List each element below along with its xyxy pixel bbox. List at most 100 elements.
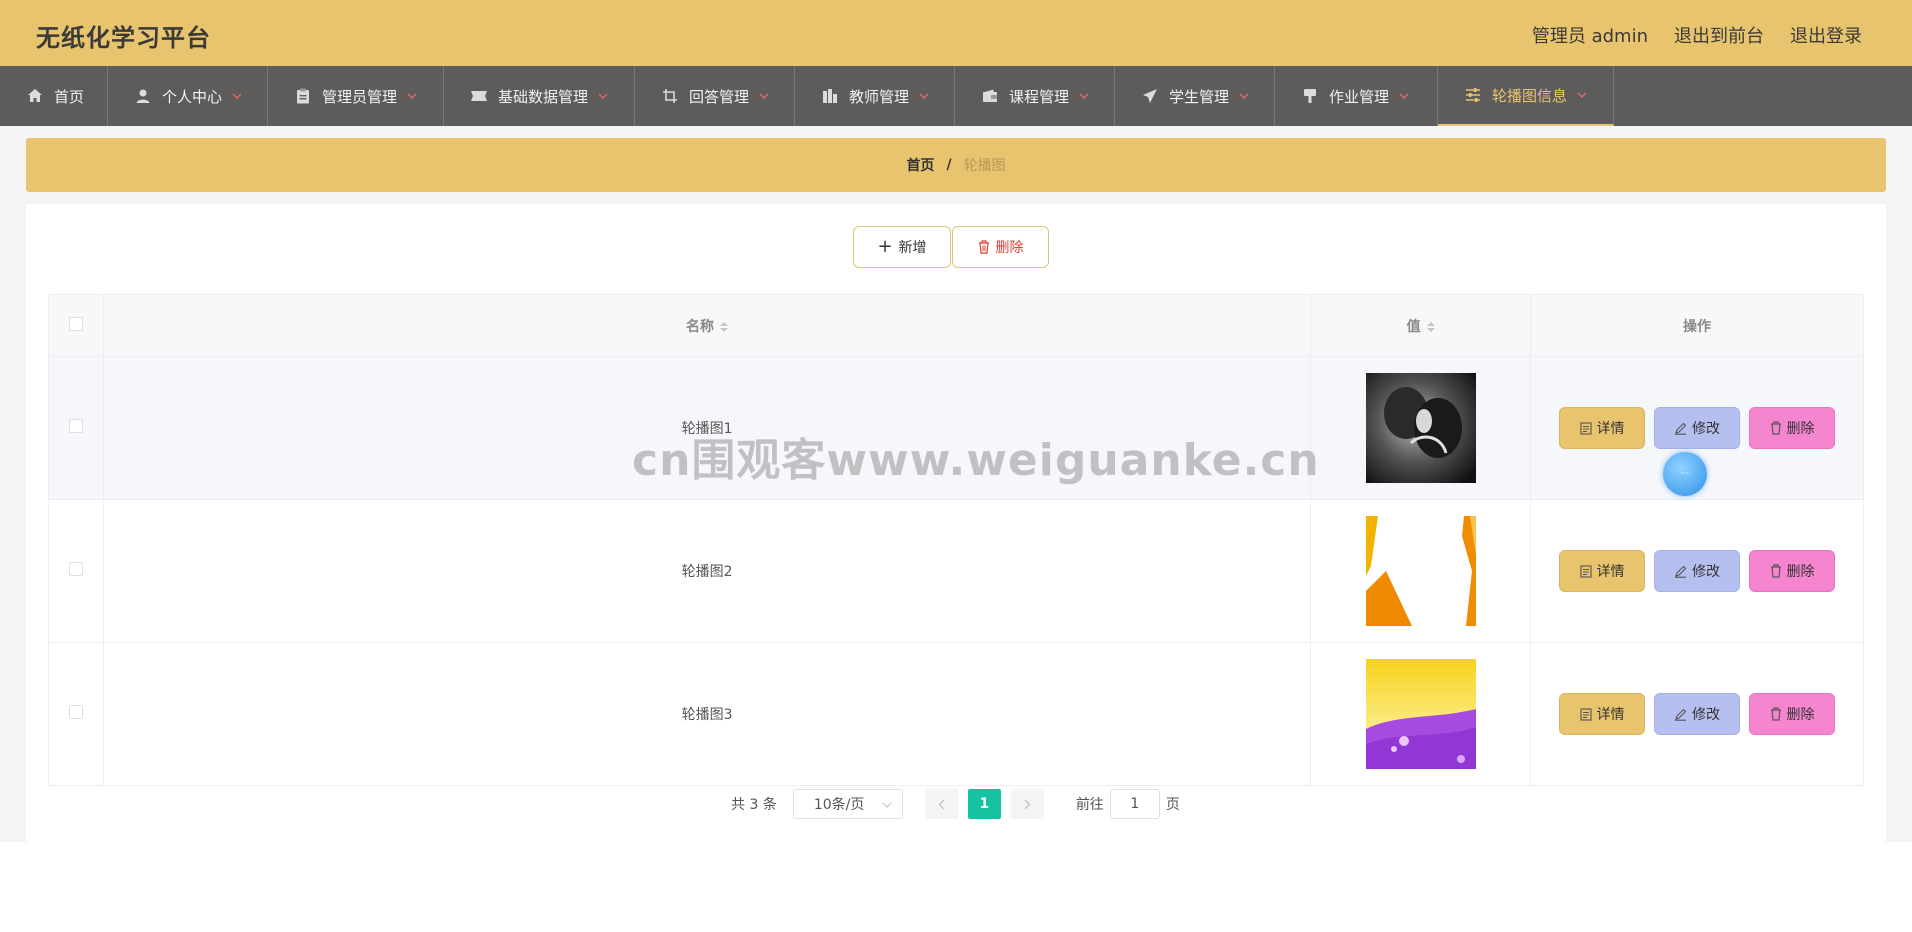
logout-link[interactable]: 退出登录 (1790, 22, 1862, 48)
sort-icon[interactable] (1426, 321, 1435, 332)
bulk-delete-button[interactable]: 删除 (952, 226, 1049, 268)
to-front-link[interactable]: 退出到前台 (1674, 22, 1764, 48)
select-all-checkbox[interactable] (68, 316, 83, 331)
goto-page: 前往 页 (1076, 789, 1180, 819)
pagination: 共 3 条 10条/页 1 前往 页 (731, 789, 1180, 819)
header-actions: 管理员 admin 退出到前台 退出登录 (1532, 22, 1862, 48)
page-size-select[interactable]: 10条/页 (792, 789, 903, 819)
carousel-table: 名称 值 操作 轮播图1 详情 修改 删除 轮播图2 详情 修改 删除 轮播图3… (48, 294, 1864, 786)
detail-button[interactable]: 详情 (1559, 693, 1646, 735)
breadcrumb-separator: / (946, 157, 952, 173)
goto-prefix: 前往 (1075, 797, 1104, 813)
table-toolbar: + 新增 删除 (853, 226, 1049, 268)
nav-item-base-data-management[interactable]: 基础数据管理 (444, 66, 635, 126)
value-cell (1310, 356, 1532, 500)
nav-label: 个人中心 (162, 87, 223, 106)
carousel-thumbnail[interactable] (1365, 659, 1476, 769)
nav-label: 作业管理 (1329, 87, 1390, 106)
nav-item-teacher-management[interactable]: 教师管理 (795, 66, 955, 126)
chevron-down-icon (1239, 90, 1251, 102)
value-column-header[interactable]: 值 (1310, 294, 1532, 357)
nav-item-admin-management[interactable]: 管理员管理 (268, 66, 444, 126)
nav-item-student-management[interactable]: 学生管理 (1115, 66, 1275, 126)
chevron-down-icon (1577, 89, 1589, 101)
nav-label: 回答管理 (689, 87, 750, 106)
carousel-thumbnail[interactable] (1365, 516, 1476, 626)
pencil-icon (1675, 422, 1687, 435)
chevron-down-icon (919, 90, 931, 102)
pencil-icon (1675, 708, 1687, 721)
nav-label: 首页 (54, 87, 85, 106)
goto-page-input[interactable] (1109, 789, 1160, 819)
breadcrumb-home[interactable]: 首页 (906, 155, 934, 175)
detail-label: 详情 (1596, 707, 1625, 723)
page-number-current[interactable]: 1 (967, 789, 1001, 819)
name-cell: 轮播图2 (103, 499, 1312, 643)
edit-button[interactable]: 修改 (1654, 550, 1741, 592)
chart-icon (821, 87, 839, 105)
ticket-icon (470, 87, 488, 105)
trash-icon (1770, 564, 1781, 578)
home-icon (26, 87, 44, 105)
page-size-value: 10条/页 (813, 797, 865, 813)
chevron-down-icon (407, 90, 419, 102)
chevron-right-icon (1024, 799, 1031, 809)
clipboard-icon (294, 87, 312, 105)
nav-item-answer-management[interactable]: 回答管理 (635, 66, 795, 126)
next-page-button[interactable] (1010, 789, 1044, 819)
nav-item-carousel-info[interactable]: 轮播图信息 (1438, 66, 1614, 126)
actions-header-label: 操作 (1683, 318, 1712, 335)
chevron-down-icon (1079, 90, 1091, 102)
top-header: 无纸化学习平台 管理员 admin 退出到前台 退出登录 (0, 0, 1912, 66)
floating-assistant-button[interactable]: ··· (1663, 452, 1707, 496)
wallet-icon (981, 87, 999, 105)
select-all-cell (48, 294, 104, 357)
delete-label: 删除 (1786, 564, 1815, 580)
sort-icon[interactable] (720, 321, 729, 332)
value-cell (1310, 642, 1532, 786)
actions-column-header: 操作 (1530, 294, 1864, 357)
nav-item-personal-center[interactable]: 个人中心 (108, 66, 268, 126)
nav-label: 课程管理 (1009, 87, 1070, 106)
row-checkbox[interactable] (68, 705, 83, 719)
nav-item-homework-management[interactable]: 作业管理 (1275, 66, 1438, 126)
row-checkbox[interactable] (68, 419, 83, 433)
nav-item-home[interactable]: 首页 (0, 66, 108, 126)
app-title: 无纸化学习平台 (36, 24, 211, 52)
crop-icon (661, 87, 679, 105)
edit-label: 修改 (1692, 564, 1721, 580)
detail-label: 详情 (1596, 421, 1625, 437)
dots-icon: ··· (1680, 469, 1690, 479)
current-user-label: 管理员 admin (1531, 26, 1648, 47)
nav-item-course-management[interactable]: 课程管理 (955, 66, 1115, 126)
edit-label: 修改 (1692, 421, 1721, 437)
delete-button[interactable]: 删除 (1749, 550, 1836, 592)
bulk-delete-label: 删除 (995, 240, 1024, 256)
chevron-down-icon (1399, 90, 1411, 102)
chevron-down-icon (598, 90, 610, 102)
row-select-cell (48, 356, 104, 500)
delete-button[interactable]: 删除 (1749, 693, 1836, 735)
trash-icon (978, 240, 990, 254)
table-row: 轮播图2 详情 修改 删除 (48, 499, 1864, 643)
edit-button[interactable]: 修改 (1654, 693, 1741, 735)
actions-cell: 详情 修改 删除 (1530, 642, 1864, 786)
send-icon (1141, 87, 1159, 105)
brush-icon (1301, 87, 1319, 105)
row-checkbox[interactable] (68, 562, 83, 576)
edit-label: 修改 (1692, 707, 1721, 723)
prev-page-button[interactable] (924, 789, 958, 819)
table-header-row: 名称 值 操作 (48, 294, 1864, 357)
edit-button[interactable]: 修改 (1654, 407, 1741, 449)
breadcrumb-current: 轮播图 (963, 158, 1006, 174)
row-select-cell (48, 642, 104, 786)
delete-button[interactable]: 删除 (1749, 407, 1836, 449)
name-column-header[interactable]: 名称 (103, 294, 1312, 357)
carousel-thumbnail[interactable] (1365, 373, 1476, 483)
value-cell (1310, 499, 1532, 643)
nav-label: 轮播图信息 (1492, 86, 1568, 105)
add-button[interactable]: + 新增 (853, 226, 951, 268)
detail-button[interactable]: 详情 (1559, 550, 1646, 592)
sliders-icon (1464, 86, 1482, 104)
detail-button[interactable]: 详情 (1559, 407, 1646, 449)
